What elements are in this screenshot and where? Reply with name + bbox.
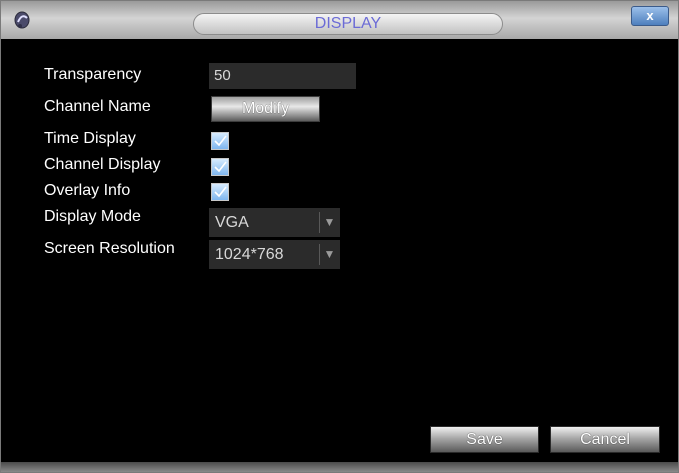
overlay-info-checkbox[interactable] (211, 183, 229, 201)
screen-resolution-value: 1024*768 (215, 246, 284, 263)
triangle-down-icon[interactable]: ▼ (322, 208, 337, 237)
close-icon: x (646, 8, 654, 23)
overlay-info-label: Overlay Info (44, 182, 131, 199)
save-button[interactable]: Save (430, 426, 539, 453)
select-divider (319, 244, 320, 265)
display-settings-window: DISPLAY x Transparency 50 Channel Name M… (0, 0, 679, 473)
cancel-button[interactable]: Cancel (550, 426, 660, 453)
screen-resolution-label: Screen Resolution (44, 240, 175, 257)
screen-resolution-select[interactable]: 1024*768 ▼ (209, 240, 340, 269)
checkmark-icon (214, 161, 227, 173)
title-bar[interactable]: DISPLAY x (1, 1, 678, 39)
close-button[interactable]: x (631, 6, 669, 26)
channel-display-checkbox[interactable] (211, 158, 229, 176)
select-divider (319, 212, 320, 233)
display-mode-value: VGA (215, 214, 249, 231)
transparency-input[interactable]: 50 (209, 63, 356, 89)
window-bottom-border (1, 462, 678, 472)
time-display-checkbox[interactable] (211, 132, 229, 150)
app-logo-icon (11, 9, 33, 31)
triangle-down-icon[interactable]: ▼ (322, 240, 337, 269)
window-title: DISPLAY (193, 13, 503, 35)
time-display-label: Time Display (44, 130, 136, 147)
display-mode-select[interactable]: VGA ▼ (209, 208, 340, 237)
settings-panel: Transparency 50 Channel Name Modify Time… (6, 41, 673, 461)
transparency-label: Transparency (44, 66, 142, 83)
checkmark-icon (214, 186, 227, 198)
checkmark-icon (214, 135, 227, 147)
modify-button[interactable]: Modify (211, 96, 320, 122)
channel-name-label: Channel Name (44, 98, 151, 115)
display-mode-label: Display Mode (44, 208, 141, 225)
channel-display-label: Channel Display (44, 156, 161, 173)
